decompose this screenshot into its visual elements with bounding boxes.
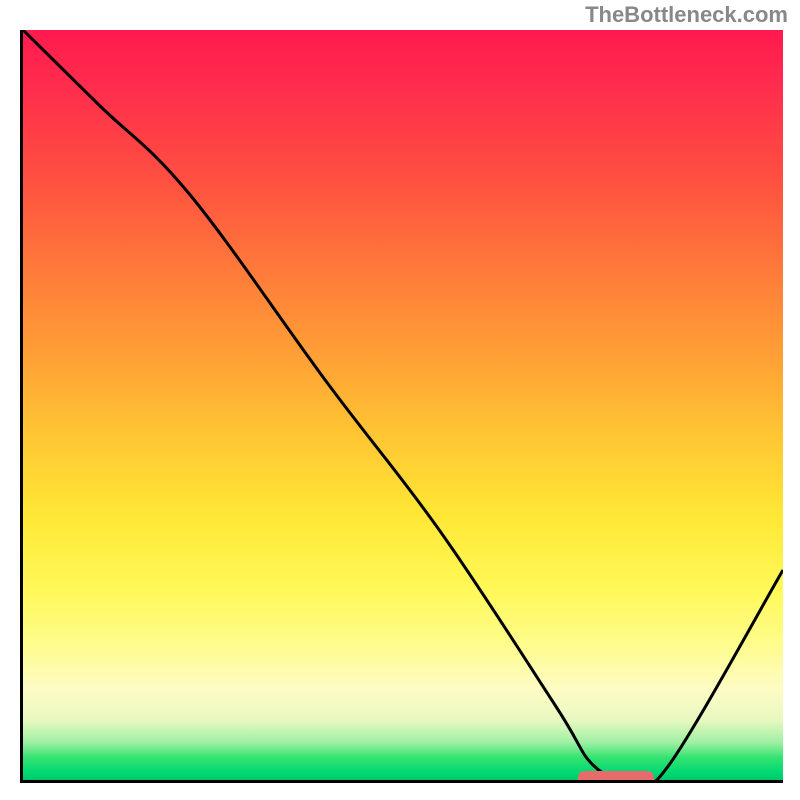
- chart-container: TheBottleneck.com: [0, 0, 800, 800]
- chart-area: [20, 30, 783, 783]
- line-curve: [23, 30, 783, 780]
- watermark-text: TheBottleneck.com: [585, 2, 788, 28]
- minimum-marker: [578, 771, 654, 783]
